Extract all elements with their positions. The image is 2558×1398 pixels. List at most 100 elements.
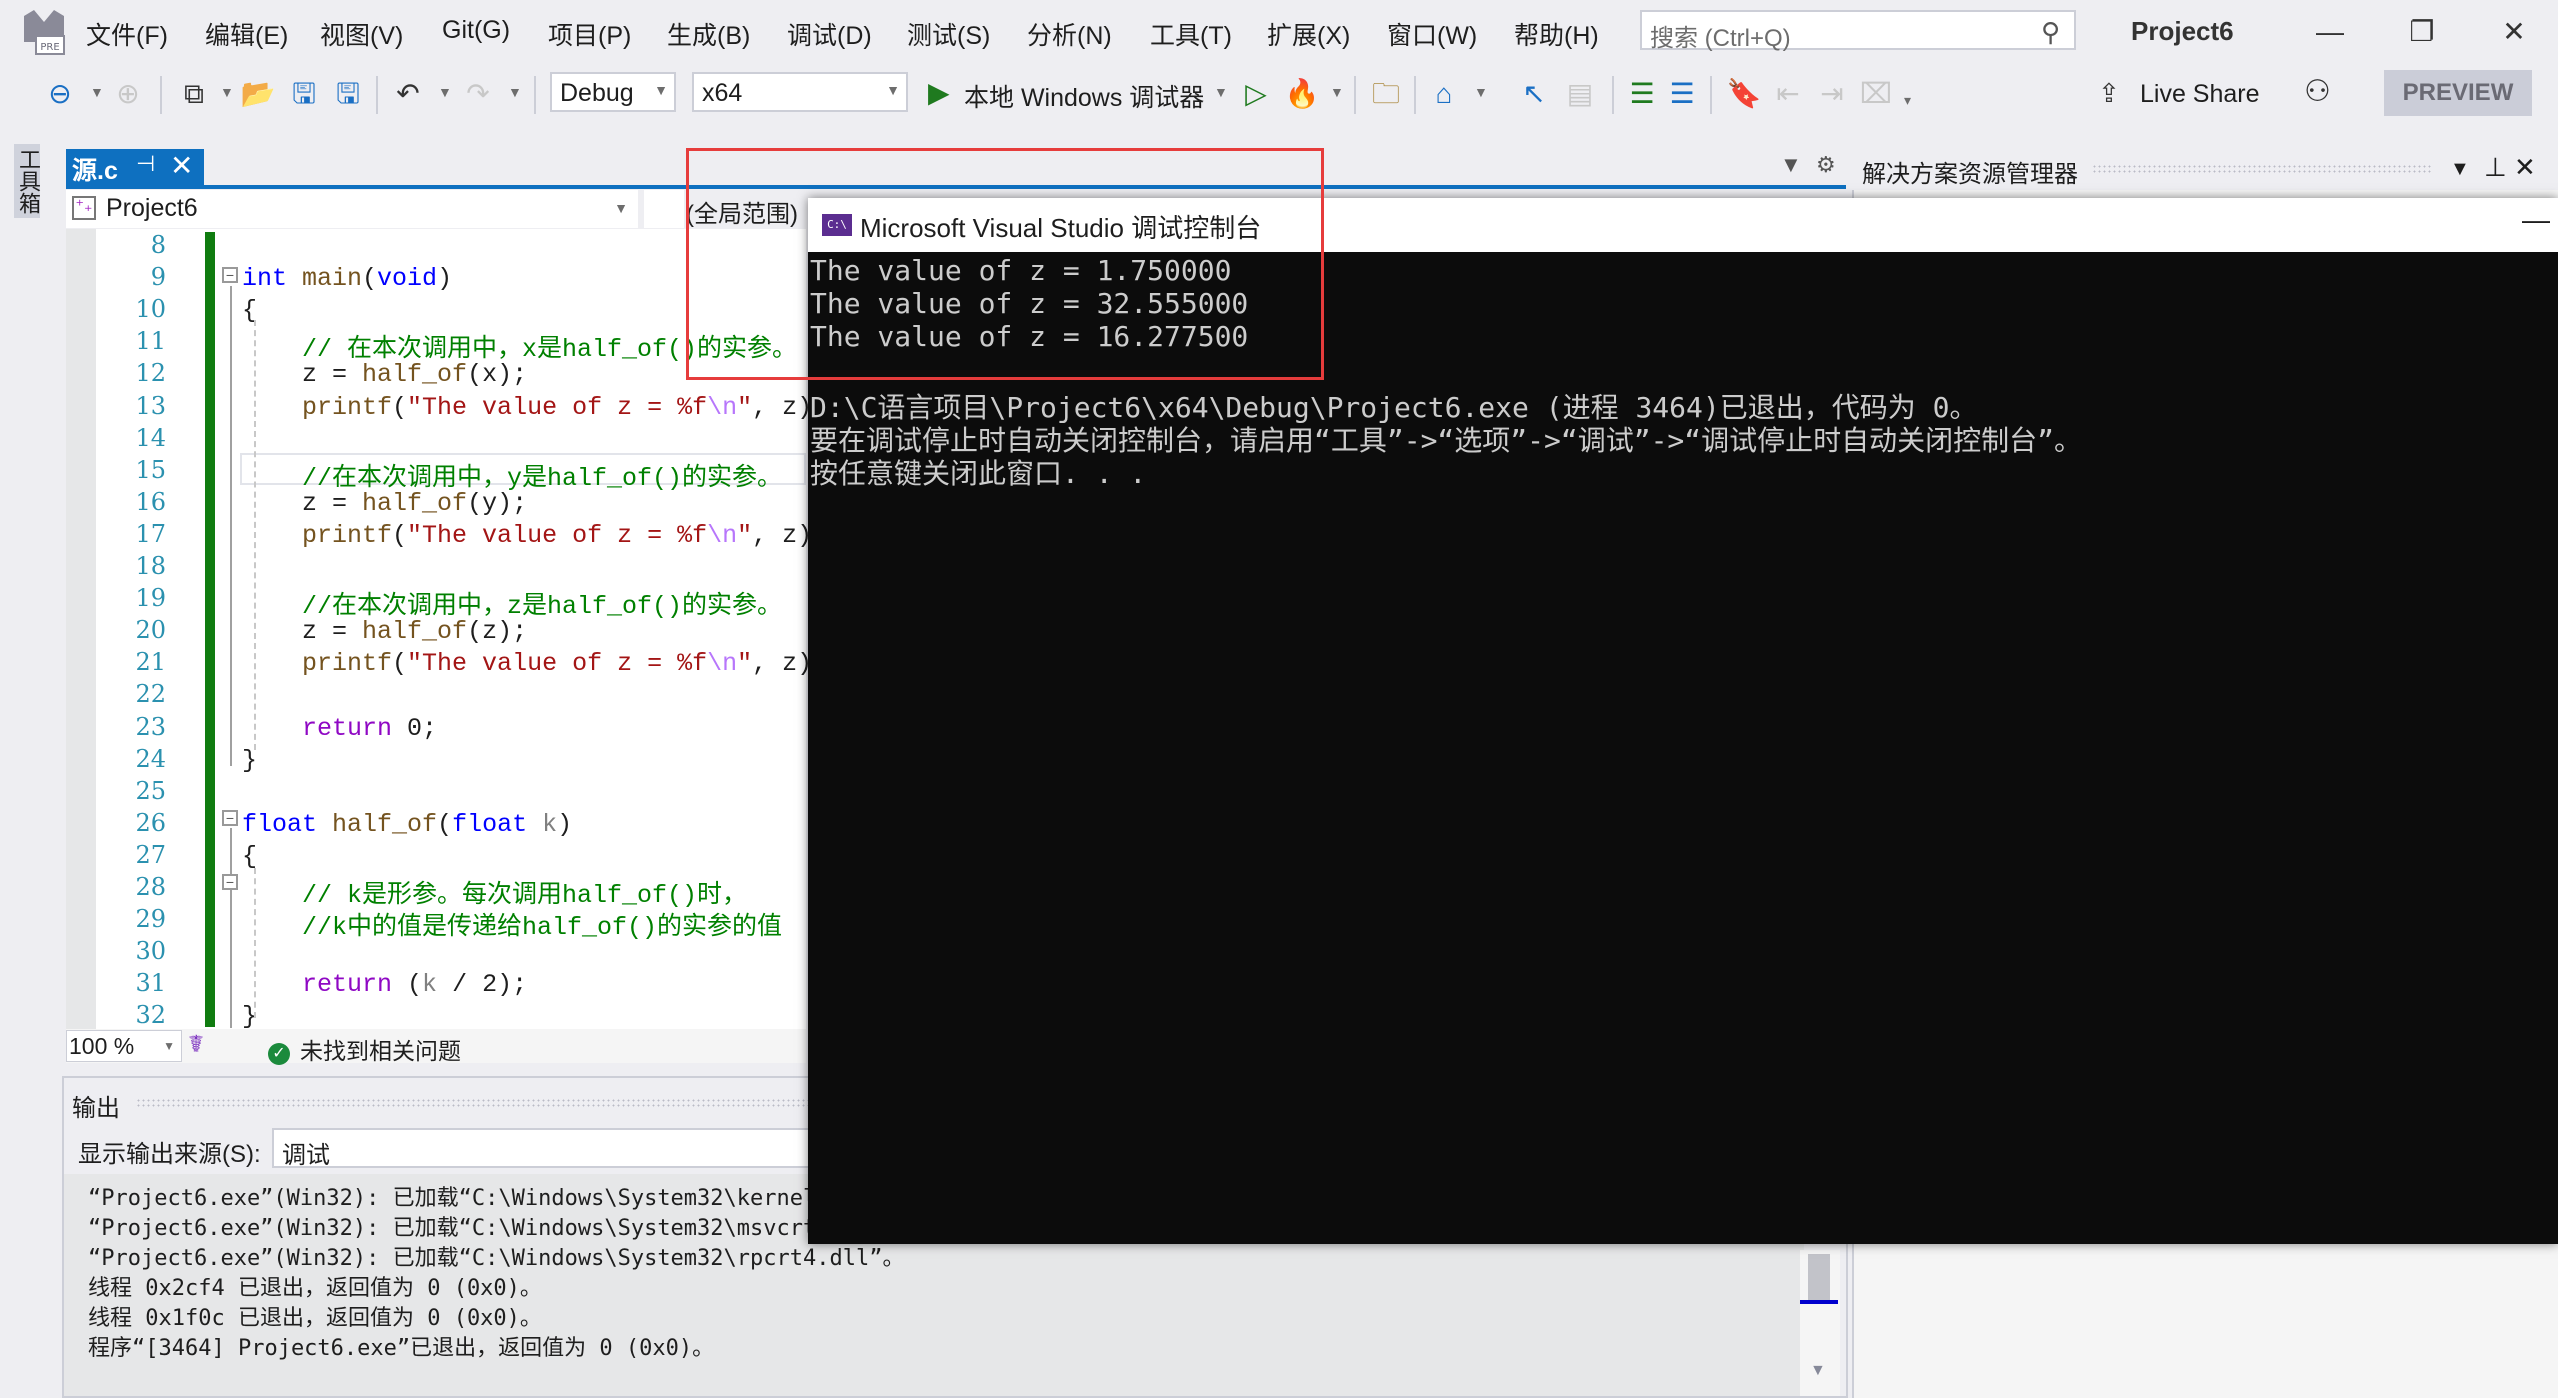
- start-debugging-icon[interactable]: ▶: [928, 76, 950, 109]
- menu-item[interactable]: 工具(T): [1150, 16, 1232, 52]
- uncomment-lines-icon[interactable]: ☰: [1664, 74, 1700, 114]
- save-all-icon[interactable]: 🖫: [330, 74, 366, 114]
- search-icon[interactable]: ⚲: [2041, 17, 2060, 48]
- hot-reload-dropdown-icon[interactable]: ▼: [1330, 84, 1344, 100]
- code-line[interactable]: return (k / 2);: [242, 970, 527, 999]
- code-line[interactable]: z = half_of(z);: [242, 617, 527, 646]
- save-icon[interactable]: 🖫: [286, 74, 322, 114]
- settings-gear-icon[interactable]: ⚙: [1816, 152, 1836, 178]
- find-in-files-icon[interactable]: 🗀: [1368, 74, 1404, 114]
- menu-item[interactable]: 窗口(W): [1387, 16, 1477, 52]
- line-number: 25: [135, 777, 166, 805]
- code-line[interactable]: z = half_of(y);: [242, 489, 527, 518]
- home-window-icon[interactable]: ⌂: [1426, 74, 1462, 114]
- collapse-main-icon[interactable]: −: [222, 267, 238, 283]
- close-tab-icon[interactable]: ✕: [170, 149, 193, 182]
- code-token: printf: [302, 521, 393, 550]
- undo-dropdown-icon[interactable]: ▼: [438, 84, 452, 100]
- preview-button[interactable]: PREVIEW: [2384, 70, 2532, 116]
- scroll-down-icon[interactable]: ▼: [1810, 1362, 1826, 1380]
- code-line[interactable]: float half_of(float k): [242, 810, 572, 839]
- panel-menu-dropdown-icon[interactable]: ▼: [2450, 158, 2470, 181]
- open-folder-icon[interactable]: 📂: [240, 74, 276, 114]
- configuration-combo[interactable]: Debug ▼: [550, 72, 676, 112]
- menu-item[interactable]: 文件(F): [86, 16, 168, 52]
- toolbox-tab[interactable]: 工具箱: [14, 144, 41, 218]
- live-share-button[interactable]: Live Share: [2140, 80, 2260, 109]
- debugger-dropdown-icon[interactable]: ▼: [1214, 84, 1228, 100]
- undo-icon[interactable]: ↶: [390, 74, 426, 114]
- start-debugging-button[interactable]: 本地 Windows 调试器: [964, 78, 1204, 114]
- toolbar-separator: [1414, 76, 1416, 114]
- new-dropdown-icon[interactable]: ▼: [220, 84, 234, 100]
- close-panel-icon[interactable]: ✕: [2514, 152, 2536, 183]
- output-source-value: 调试: [282, 1142, 330, 1169]
- code-token: half_of: [362, 360, 468, 389]
- code-line[interactable]: printf("The value of z = %f\n", z);: [242, 649, 827, 678]
- navigate-back-icon[interactable]: ⊖: [42, 74, 78, 114]
- code-line[interactable]: }: [242, 746, 257, 775]
- menu-item[interactable]: 项目(P): [548, 16, 631, 52]
- scrollbar-thumb[interactable]: [1808, 1254, 1830, 1300]
- tab-list-dropdown-icon[interactable]: ▼: [1780, 152, 1802, 178]
- search-box[interactable]: 搜索 (Ctrl+Q) ⚲: [1640, 10, 2076, 52]
- code-token: (: [437, 810, 453, 839]
- menu-item[interactable]: 视图(V): [320, 16, 403, 52]
- project-combo[interactable]: ⁺₊ Project6 ▼: [66, 190, 638, 228]
- menu-item[interactable]: 扩展(X): [1267, 16, 1350, 52]
- menu-item[interactable]: 帮助(H): [1514, 16, 1599, 52]
- menu-item[interactable]: 调试(D): [787, 16, 872, 52]
- menu-item[interactable]: 分析(N): [1027, 16, 1112, 52]
- issues-indicator[interactable]: ✓ 未找到相关问题: [268, 1032, 461, 1066]
- code-line[interactable]: {: [242, 842, 257, 871]
- intellicode-icon[interactable]: ☤: [188, 1030, 204, 1059]
- code-line[interactable]: //k中的值是传递给half_of()的实参的值: [242, 906, 782, 942]
- close-window-button[interactable]: ✕: [2484, 10, 2544, 54]
- code-token: float: [452, 810, 543, 839]
- code-line[interactable]: z = half_of(x);: [242, 360, 527, 389]
- console-minimize-button[interactable]: —: [2522, 204, 2550, 236]
- overflow-dropdown-icon[interactable]: ▼: [1474, 84, 1488, 100]
- collapse-comment-icon[interactable]: −: [222, 874, 238, 890]
- select-element-icon[interactable]: ↖: [1516, 74, 1552, 114]
- comment-lines-icon[interactable]: ☰: [1624, 74, 1660, 114]
- menu-item[interactable]: Git(G): [442, 16, 510, 45]
- live-share-icon[interactable]: ⇪: [2098, 78, 2120, 109]
- panel-drag-grip[interactable]: [2092, 164, 2432, 174]
- hot-reload-icon[interactable]: 🔥: [1284, 74, 1320, 114]
- code-line[interactable]: printf("The value of z = %f\n", z);: [242, 393, 827, 422]
- pin-icon[interactable]: ⊣: [136, 151, 155, 177]
- toolbox-strip: 工具箱: [0, 140, 48, 1398]
- document-tab-source[interactable]: 源.c ⊣ ✕: [66, 149, 204, 185]
- restore-button[interactable]: ❐: [2392, 10, 2452, 54]
- output-vertical-scrollbar[interactable]: ▼: [1800, 1250, 1840, 1396]
- toolbar-overflow-icon[interactable]: ▾: [1904, 92, 1911, 109]
- start-without-debugging-icon[interactable]: ▷: [1238, 74, 1274, 114]
- feedback-icon[interactable]: ⚇: [2304, 74, 2331, 109]
- auto-hide-pin-icon[interactable]: ⊥: [2484, 152, 2507, 183]
- zoom-level-combo[interactable]: 100 % ▼: [66, 1030, 182, 1062]
- code-line[interactable]: printf("The value of z = %f\n", z);: [242, 521, 827, 550]
- line-number: 24: [135, 745, 166, 773]
- menu-item[interactable]: 生成(B): [667, 16, 750, 52]
- minimize-button[interactable]: —: [2300, 10, 2360, 54]
- line-number: 21: [135, 648, 166, 676]
- menu-item[interactable]: 编辑(E): [205, 16, 288, 52]
- code-line[interactable]: // k是形参。每次调用half_of()时，: [242, 874, 747, 910]
- back-dropdown-icon[interactable]: ▼: [90, 84, 104, 100]
- line-number: 8: [150, 231, 166, 259]
- code-line[interactable]: return 0;: [242, 714, 437, 743]
- code-line[interactable]: //在本次调用中，z是half_of()的实参。: [242, 585, 782, 621]
- tab-filename: 源.c: [72, 157, 118, 185]
- platform-combo[interactable]: x64 ▼: [692, 72, 908, 112]
- collapse-half-of-icon[interactable]: −: [222, 810, 238, 826]
- code-line[interactable]: int main(void): [242, 264, 452, 293]
- menu-item[interactable]: 测试(S): [907, 16, 990, 52]
- bookmark-icon[interactable]: 🔖: [1726, 74, 1762, 114]
- output-source-combo[interactable]: 调试: [272, 1128, 812, 1169]
- code-line[interactable]: //在本次调用中，y是half_of()的实参。: [242, 457, 782, 493]
- new-project-icon[interactable]: ⧉: [176, 74, 212, 114]
